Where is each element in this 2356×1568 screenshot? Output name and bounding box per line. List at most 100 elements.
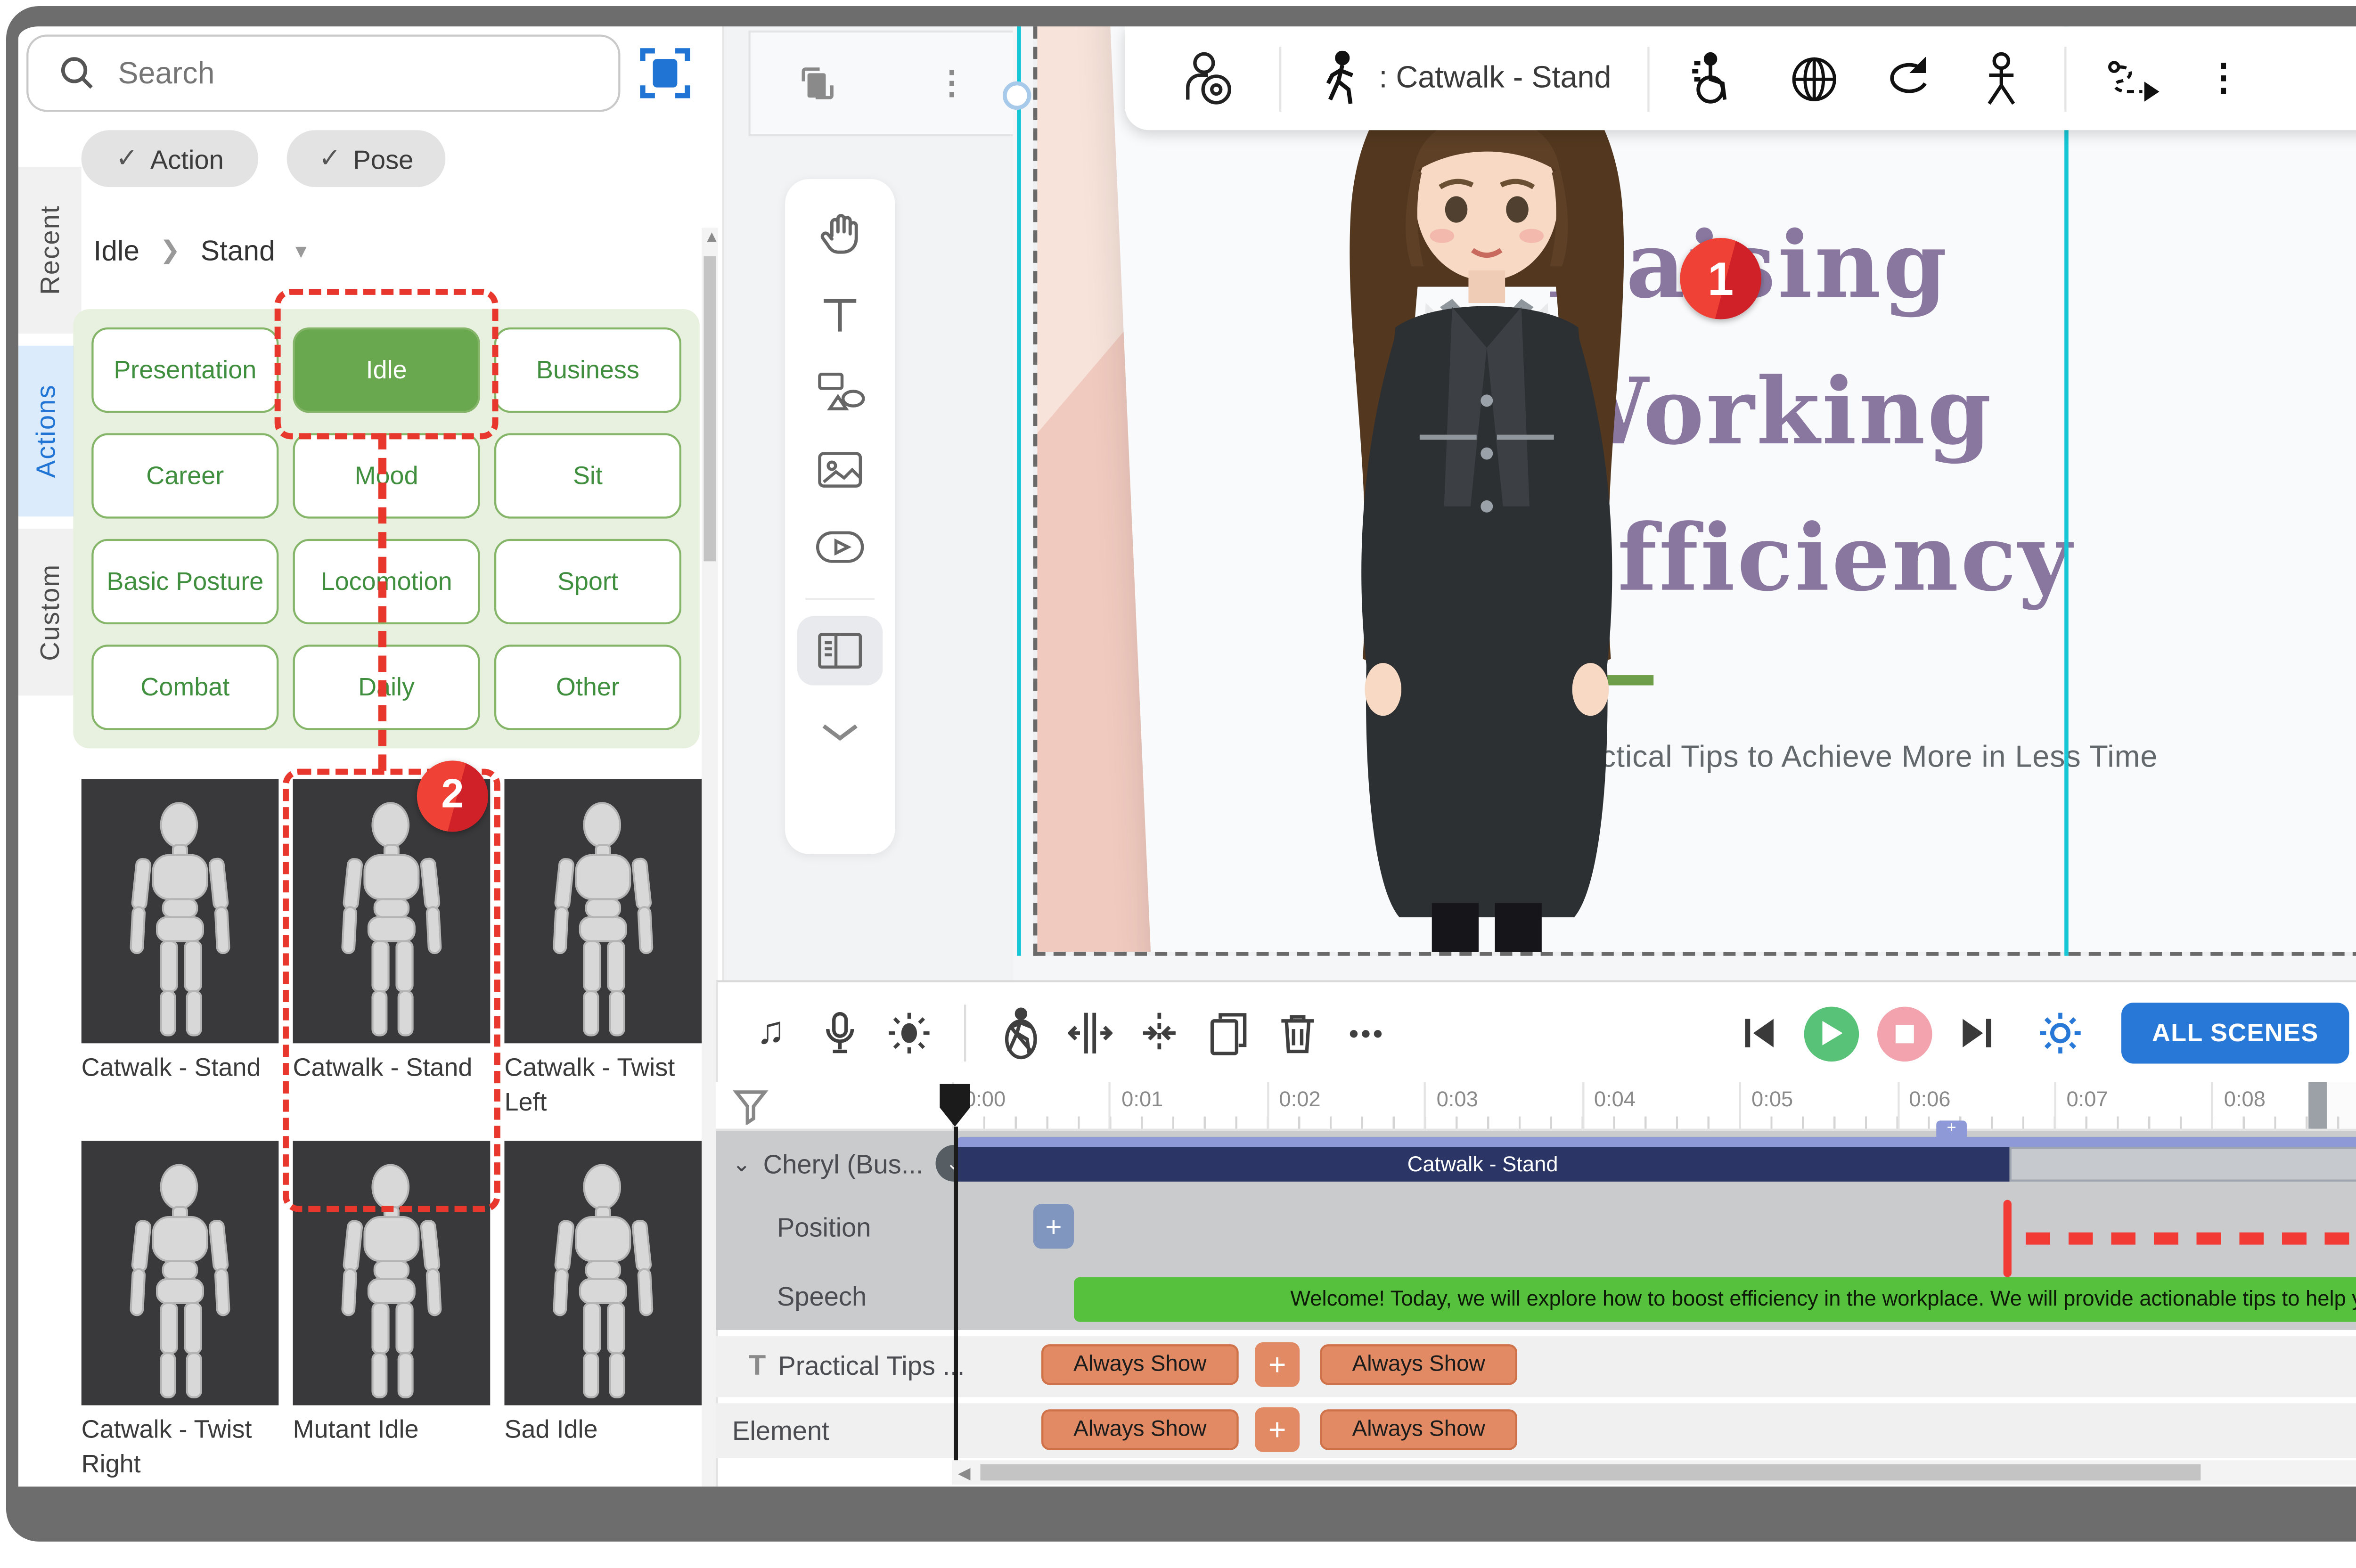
shapes-tool[interactable] [799, 358, 881, 427]
kebab-menu-icon[interactable]: ⋮ [911, 49, 993, 118]
breadcrumb-child[interactable]: Stand [201, 234, 275, 266]
timeline-ruler[interactable]: 0:000:010:020:030:040:050:060:070:080:09 [952, 1082, 2356, 1131]
all-scenes-button[interactable]: ALL SCENES [2121, 1003, 2349, 1063]
always-show-badge[interactable]: Always Show [1041, 1409, 1239, 1450]
hand-tool[interactable] [799, 199, 881, 269]
music-icon[interactable]: ♫ [744, 1007, 797, 1060]
divider [2065, 46, 2067, 111]
guide-handle[interactable] [1003, 82, 1031, 110]
scene-segment-clip[interactable]: #1 [2010, 1147, 2356, 1181]
speech-clip[interactable]: Welcome! Today, we will explore how to b… [1074, 1277, 2356, 1322]
track-label-position[interactable]: Position [777, 1212, 871, 1243]
category-button[interactable]: Basic Posture [91, 539, 278, 624]
capture-pose-button[interactable] [638, 45, 691, 102]
always-show-badge[interactable]: Always Show [1320, 1409, 1517, 1450]
filter-chip-pose[interactable]: ✓ Pose [287, 130, 446, 187]
mic-icon[interactable] [814, 1007, 867, 1060]
category-button[interactable]: Sit [494, 433, 681, 518]
text-tool[interactable] [799, 281, 881, 350]
kebab-menu-icon[interactable]: ⋮ [2197, 52, 2250, 105]
category-button[interactable]: Combat [91, 645, 278, 730]
walk-icon[interactable] [1314, 52, 1366, 105]
search-input[interactable] [114, 45, 590, 102]
motion-path-icon[interactable] [2108, 52, 2160, 105]
pose-thumb-partial[interactable] [82, 1505, 279, 1515]
track-label-text[interactable]: T Practical Tips ... [748, 1348, 965, 1381]
settings-gear-icon[interactable] [2034, 1007, 2086, 1060]
layer-mini-toolbar: ⋮ [748, 31, 1021, 136]
category-label: Presentation [114, 356, 256, 384]
always-show-badge[interactable]: Always Show [1320, 1344, 1517, 1385]
image-tool[interactable] [799, 435, 881, 505]
filter-chip-action[interactable]: ✓ Action [82, 130, 259, 187]
play-button[interactable] [1804, 1005, 1859, 1061]
duplicate-icon[interactable] [1202, 1007, 1255, 1060]
ruler-tick [1267, 1082, 1269, 1131]
category-button[interactable]: Presentation [91, 327, 278, 413]
timeline-h-scrollbar[interactable]: ◀ [952, 1460, 2356, 1485]
pose-thumbnail[interactable] [82, 1141, 279, 1405]
globe-icon[interactable] [1788, 52, 1841, 105]
trash-icon[interactable] [1271, 1007, 1324, 1060]
filter-icon[interactable] [732, 1088, 769, 1125]
playhead-line[interactable] [954, 1127, 958, 1460]
breadcrumb-parent[interactable]: Idle [94, 234, 139, 266]
category-button[interactable]: Career [91, 433, 278, 518]
action-clip-catwalk[interactable]: Catwalk - Stand [956, 1147, 2010, 1181]
pose-card[interactable]: Catwalk - Stand [82, 779, 279, 1125]
character-cheryl[interactable] [1233, 39, 1741, 956]
pose-label: Mutant Idle [293, 1405, 491, 1487]
track-label-character[interactable]: ⌄ Cheryl (Bus... ⌄ [732, 1143, 972, 1184]
category-button[interactable]: Other [494, 645, 681, 730]
sidebar-tab-custom[interactable]: Custom [18, 529, 82, 695]
pose-card[interactable]: Catwalk - Twist Left [504, 779, 702, 1125]
pose-thumb-partial[interactable] [504, 1505, 702, 1515]
slide-canvas[interactable]: Raising Working Efficiency Practical Tip… [1033, 26, 2356, 956]
pose-thumb-partial[interactable] [293, 1505, 491, 1515]
rotate-icon[interactable] [1882, 52, 1935, 105]
timeline-filter-cell [716, 1082, 952, 1131]
layout-tool[interactable] [797, 616, 883, 686]
character-select-icon[interactable] [1182, 52, 1235, 105]
pose-thumbnail[interactable] [82, 779, 279, 1043]
add-text-effect-button[interactable]: + [1255, 1342, 1300, 1387]
skip-start-icon[interactable] [1733, 1007, 1786, 1060]
sidebar-tab-recent[interactable]: Recent [18, 167, 82, 334]
guide-line-vertical[interactable] [2064, 26, 2069, 956]
chevron-down-icon[interactable] [799, 698, 881, 767]
add-position-button[interactable]: + [1033, 1204, 1074, 1249]
wheelchair-icon[interactable] [1686, 52, 1739, 105]
category-label: Business [536, 356, 639, 384]
stop-button[interactable] [1877, 1005, 1932, 1061]
annotation-arrow-start [2004, 1200, 2012, 1277]
search-box[interactable] [26, 34, 620, 112]
sidebar-tab-actions[interactable]: Actions [18, 346, 82, 517]
skeleton-icon[interactable] [1975, 52, 2028, 105]
brightness-icon[interactable] [883, 1007, 935, 1060]
character-mute-icon[interactable] [995, 1007, 1047, 1060]
more-icon[interactable]: ••• [1341, 1007, 1393, 1060]
track-label-element[interactable]: Element [732, 1415, 829, 1446]
layers-icon[interactable] [777, 49, 859, 118]
split-right-icon[interactable] [1133, 1007, 1186, 1060]
video-tool[interactable] [799, 513, 881, 582]
guide-line-vertical[interactable] [1017, 26, 1021, 956]
split-left-icon[interactable] [1063, 1007, 1116, 1060]
pose-card[interactable]: Catwalk - Twist Right [82, 1141, 279, 1487]
add-keyframe-tab[interactable]: + [1936, 1120, 1967, 1139]
skip-end-icon[interactable] [1950, 1007, 2003, 1060]
pose-card[interactable]: Sad Idle [504, 1141, 702, 1487]
category-button[interactable]: Business [494, 327, 681, 413]
divider [1648, 46, 1650, 111]
track-label-speech[interactable]: Speech [777, 1281, 867, 1312]
pose-thumbnail[interactable] [504, 1141, 702, 1405]
chevron-down-icon[interactable]: ⌄ [732, 1150, 751, 1176]
add-element-effect-button[interactable]: + [1255, 1407, 1300, 1452]
ruler-tick [1424, 1082, 1426, 1131]
chevron-down-icon[interactable]: ▾ [295, 237, 307, 263]
app-window: ✓ Action ✓ Pose Idle ❯ Stand ▾ Recent Ac… [0, 0, 2356, 1568]
category-button[interactable]: Sport [494, 539, 681, 624]
pose-thumbnail[interactable] [504, 779, 702, 1043]
always-show-badge[interactable]: Always Show [1041, 1344, 1239, 1385]
ruler-tick-label: 0:04 [1594, 1088, 1636, 1112]
